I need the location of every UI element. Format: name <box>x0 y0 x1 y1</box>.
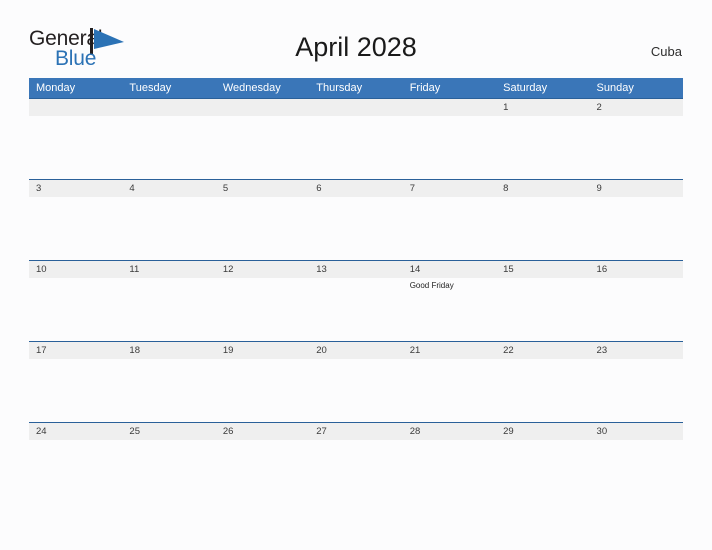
day-number-cell[interactable]: 17 <box>29 341 123 359</box>
day-number-cell[interactable] <box>402 98 497 116</box>
day-content-cell[interactable] <box>215 116 310 180</box>
week-daynumber-row: 17 18 19 20 21 22 23 <box>29 341 683 359</box>
day-number-cell[interactable]: 10 <box>29 260 123 278</box>
day-content-cell[interactable] <box>402 116 497 180</box>
day-content-cell[interactable] <box>496 440 590 503</box>
day-number-cell[interactable]: 11 <box>122 260 216 278</box>
day-number-cell[interactable]: 20 <box>309 341 403 359</box>
day-content-cell[interactable] <box>589 440 683 503</box>
day-content-cell[interactable] <box>215 278 310 342</box>
weekday-header-saturday: Saturday <box>496 78 590 99</box>
day-content-cell[interactable] <box>402 359 497 423</box>
weekday-header-sunday: Sunday <box>589 78 683 99</box>
day-content-cell[interactable] <box>122 116 216 180</box>
weekday-header-monday: Monday <box>29 78 123 99</box>
day-content-cell[interactable] <box>122 440 216 503</box>
day-content-cell[interactable] <box>122 278 216 342</box>
day-number-cell[interactable]: 30 <box>589 422 683 440</box>
day-number-cell[interactable] <box>215 98 310 116</box>
week-content-row: Good Friday <box>29 278 683 342</box>
calendar-table: Monday Tuesday Wednesday Thursday Friday… <box>29 78 683 503</box>
day-content-cell[interactable] <box>215 440 310 503</box>
day-content-cell[interactable] <box>589 278 683 342</box>
day-content-cell[interactable] <box>589 197 683 261</box>
calendar: Monday Tuesday Wednesday Thursday Friday… <box>29 78 683 503</box>
week-content-row <box>29 440 683 503</box>
day-content-cell[interactable] <box>402 197 497 261</box>
day-content-cell[interactable] <box>589 359 683 423</box>
day-content-cell[interactable] <box>402 440 497 503</box>
day-content-cell[interactable] <box>29 116 123 180</box>
day-content-cell[interactable] <box>496 197 590 261</box>
day-number-cell[interactable]: 16 <box>589 260 683 278</box>
day-number-cell[interactable]: 6 <box>309 179 403 197</box>
day-content-cell[interactable] <box>496 359 590 423</box>
day-number-cell[interactable]: 27 <box>309 422 403 440</box>
country-label: Cuba <box>650 44 682 59</box>
day-content-cell[interactable] <box>309 440 403 503</box>
day-number-cell[interactable]: 15 <box>496 260 590 278</box>
page-title: April 2028 <box>295 32 417 62</box>
day-number-cell[interactable] <box>122 98 216 116</box>
day-content-cell[interactable] <box>309 359 403 423</box>
week-content-row <box>29 116 683 180</box>
day-number-cell[interactable]: 9 <box>589 179 683 197</box>
weekday-header-wednesday: Wednesday <box>215 78 310 99</box>
day-number-cell[interactable]: 14 <box>402 260 497 278</box>
week-daynumber-row: 10 11 12 13 14 15 16 <box>29 260 683 278</box>
day-number-cell[interactable]: 26 <box>215 422 310 440</box>
day-number-cell[interactable]: 12 <box>215 260 310 278</box>
day-number-cell[interactable]: 8 <box>496 179 590 197</box>
day-number-cell[interactable]: 5 <box>215 179 310 197</box>
day-content-cell[interactable] <box>215 359 310 423</box>
week-daynumber-row: 1 2 <box>29 98 683 116</box>
day-number-cell[interactable]: 22 <box>496 341 590 359</box>
day-number-cell[interactable] <box>29 98 123 116</box>
weekday-header-thursday: Thursday <box>309 78 403 99</box>
day-number-cell[interactable]: 25 <box>122 422 216 440</box>
day-number-cell[interactable]: 21 <box>402 341 497 359</box>
day-content-cell[interactable] <box>309 278 403 342</box>
day-event-label: Good Friday <box>409 281 454 290</box>
day-number-cell[interactable]: 7 <box>402 179 497 197</box>
day-number-cell[interactable]: 23 <box>589 341 683 359</box>
day-number-cell[interactable]: 3 <box>29 179 123 197</box>
calendar-body: 1 2 3 4 5 6 7 8 9 10 11 12 13 14 15 16 G… <box>29 98 683 503</box>
day-content-cell[interactable] <box>29 359 123 423</box>
weekday-header-friday: Friday <box>402 78 497 99</box>
day-content-cell[interactable] <box>122 359 216 423</box>
day-number-cell[interactable]: 19 <box>215 341 310 359</box>
day-number-cell[interactable]: 18 <box>122 341 216 359</box>
day-content-cell[interactable] <box>29 278 123 342</box>
calendar-header-row: Monday Tuesday Wednesday Thursday Friday… <box>29 78 683 99</box>
day-content-cell[interactable] <box>215 197 310 261</box>
day-content-cell[interactable] <box>122 197 216 261</box>
week-content-row <box>29 359 683 423</box>
day-content-cell[interactable] <box>309 197 403 261</box>
week-content-row <box>29 197 683 261</box>
day-content-cell[interactable] <box>496 116 590 180</box>
day-content-cell[interactable] <box>496 278 590 342</box>
day-content-cell[interactable] <box>29 197 123 261</box>
day-number-cell[interactable]: 24 <box>29 422 123 440</box>
day-number-cell[interactable]: 1 <box>496 98 590 116</box>
day-content-cell[interactable] <box>309 116 403 180</box>
day-number-cell[interactable]: 4 <box>122 179 216 197</box>
day-number-cell[interactable]: 2 <box>589 98 683 116</box>
day-number-cell[interactable] <box>309 98 403 116</box>
week-daynumber-row: 24 25 26 27 28 29 30 <box>29 422 683 440</box>
day-content-cell[interactable]: Good Friday <box>402 278 497 342</box>
day-number-cell[interactable]: 28 <box>402 422 497 440</box>
day-number-cell[interactable]: 29 <box>496 422 590 440</box>
page-header: General Blue April 2028 Cuba <box>0 0 712 76</box>
day-number-cell[interactable]: 13 <box>309 260 403 278</box>
week-daynumber-row: 3 4 5 6 7 8 9 <box>29 179 683 197</box>
weekday-header-tuesday: Tuesday <box>122 78 216 99</box>
day-content-cell[interactable] <box>589 116 683 180</box>
day-content-cell[interactable] <box>29 440 123 503</box>
